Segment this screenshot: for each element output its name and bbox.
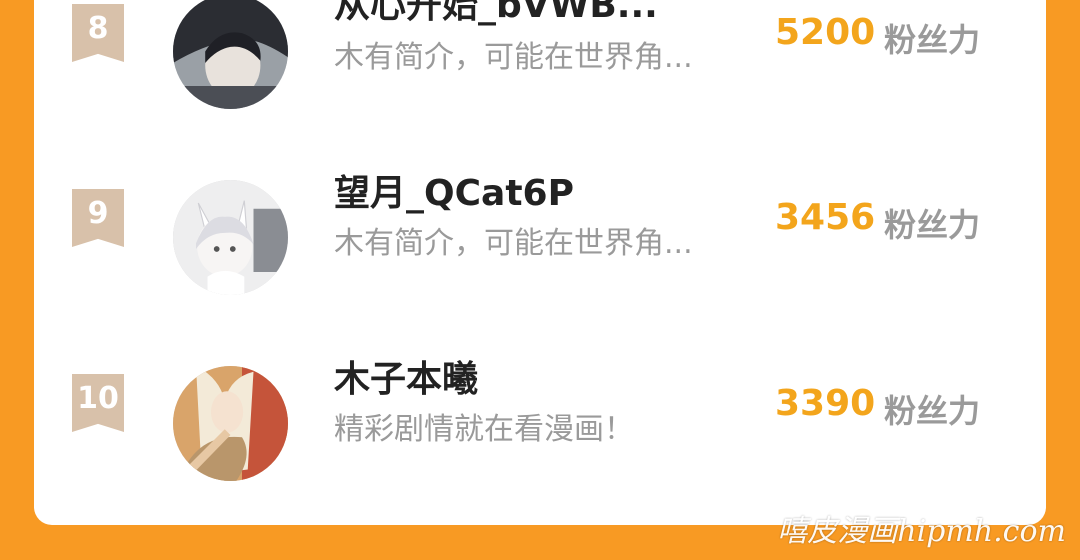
avatar-dark-hair-icon — [173, 0, 288, 109]
ranking-card: 8 从心开始_bVWB... 木有简介，可能在世界角... 5200 粉丝力 9 — [34, 0, 1046, 525]
fan-score-unit: 粉丝力 — [884, 206, 981, 244]
avatar-white-fox-icon — [173, 180, 288, 295]
user-name[interactable]: 木子本曦 — [334, 350, 478, 402]
avatar[interactable] — [173, 0, 288, 109]
site-watermark: 嘻皮漫画hipmh.com — [777, 514, 1066, 549]
avatar-fan-girl-icon — [173, 366, 288, 481]
fan-score: 3390 — [775, 383, 876, 424]
user-bio: 木有简介，可能在世界角... — [334, 40, 693, 75]
fan-score-unit: 粉丝力 — [884, 21, 981, 59]
avatar[interactable] — [173, 366, 288, 481]
rank-badge: 9 — [72, 189, 124, 247]
rank-badge: 10 — [72, 374, 124, 432]
fan-score: 5200 — [775, 12, 876, 53]
rank-badge: 8 — [72, 4, 124, 62]
avatar[interactable] — [173, 180, 288, 295]
user-bio: 精彩剧情就在看漫画！ — [334, 412, 634, 447]
fan-score-unit: 粉丝力 — [884, 392, 981, 430]
user-name[interactable]: 望月_QCat6P — [334, 164, 574, 216]
user-bio: 木有简介，可能在世界角... — [334, 226, 693, 261]
list-item[interactable]: 8 从心开始_bVWB... 木有简介，可能在世界角... 5200 粉丝力 — [34, 0, 1046, 118]
user-name[interactable]: 从心开始_bVWB... — [334, 0, 658, 28]
list-item[interactable]: 10 木子本曦 精彩剧情就在看漫画！ 3390 粉丝力 — [34, 340, 1046, 490]
list-item[interactable]: 9 望月_QCat6P 木有简介，可能在世界角... 3456 粉丝力 — [34, 154, 1046, 304]
fan-score: 3456 — [775, 197, 876, 238]
